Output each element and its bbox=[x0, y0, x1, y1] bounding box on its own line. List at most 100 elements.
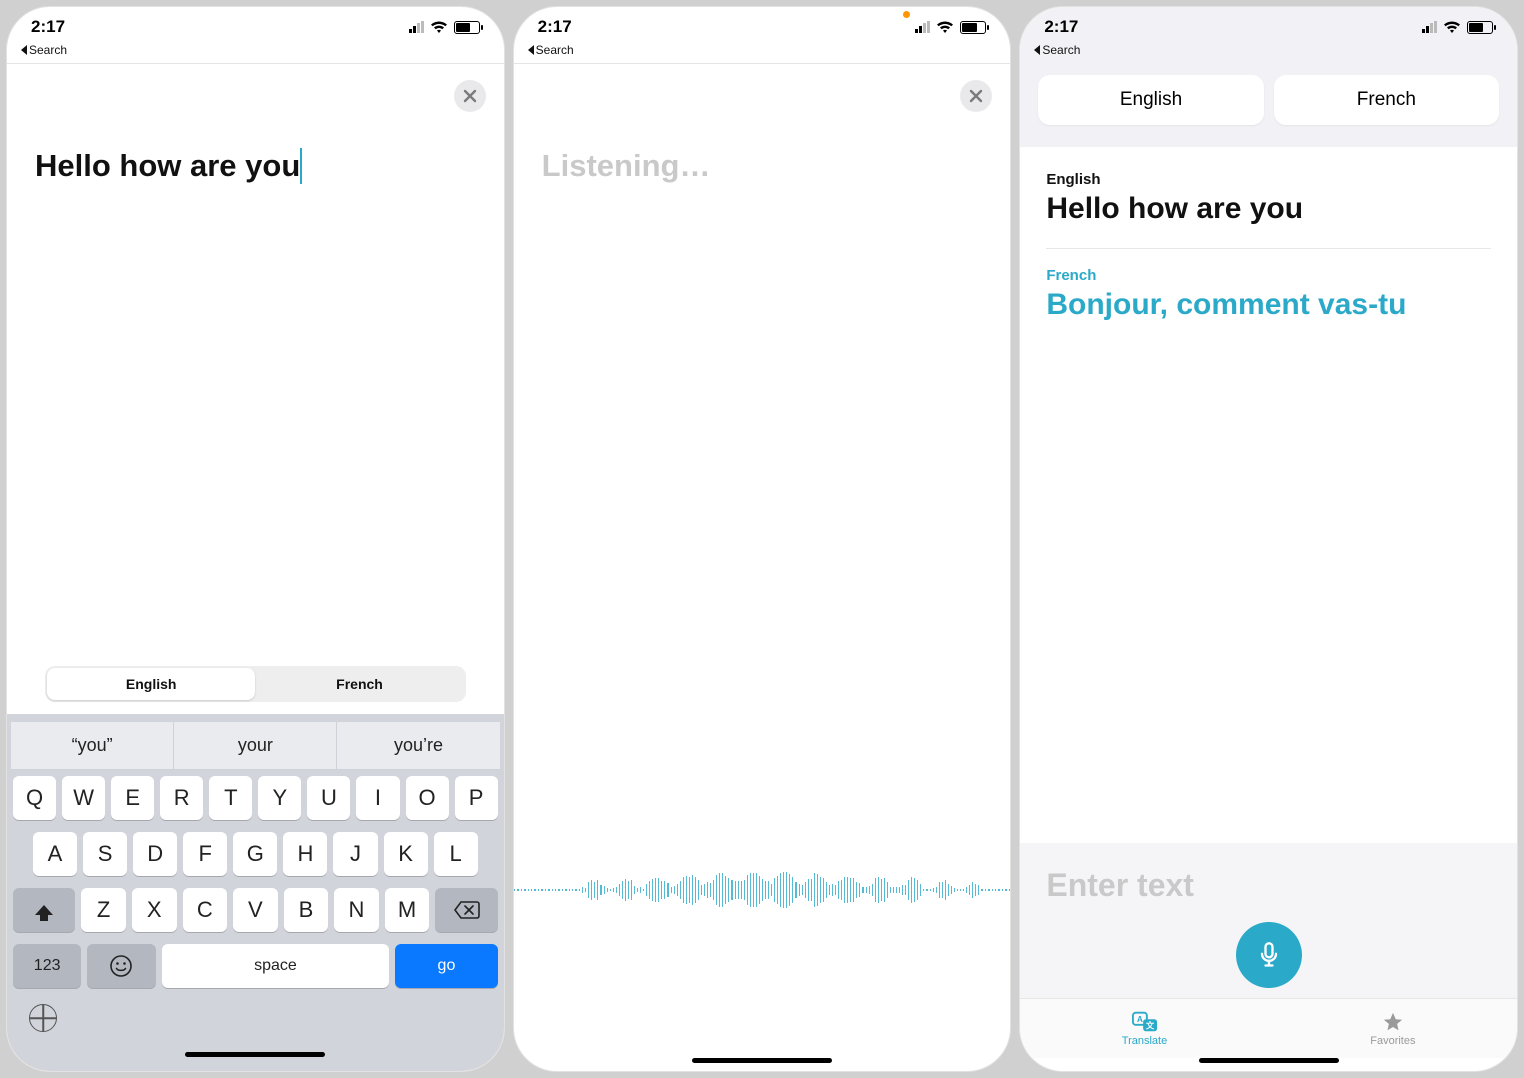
status-time: 2:17 bbox=[538, 17, 572, 37]
translation-result-card: English Hello how are you French Bonjour… bbox=[1020, 147, 1517, 843]
close-button[interactable] bbox=[454, 80, 486, 112]
key-emoji[interactable] bbox=[87, 944, 155, 988]
close-icon bbox=[463, 89, 477, 103]
back-to-search[interactable]: Search bbox=[7, 43, 504, 64]
back-caret-icon bbox=[21, 45, 27, 55]
key-t[interactable]: T bbox=[209, 776, 252, 820]
key-b[interactable]: B bbox=[284, 888, 329, 932]
key-y[interactable]: Y bbox=[258, 776, 301, 820]
home-indicator[interactable] bbox=[692, 1058, 832, 1063]
language-segmented-control[interactable]: English French bbox=[45, 666, 466, 702]
wifi-icon bbox=[430, 20, 448, 34]
star-icon bbox=[1380, 1011, 1406, 1033]
tab-favorites-label: Favorites bbox=[1370, 1035, 1415, 1047]
svg-text:A: A bbox=[1136, 1014, 1142, 1024]
shift-icon bbox=[35, 905, 53, 915]
enter-text-area[interactable]: Enter text bbox=[1020, 843, 1517, 998]
segment-french[interactable]: French bbox=[255, 668, 463, 700]
key-123[interactable]: 123 bbox=[13, 944, 81, 988]
globe-icon[interactable] bbox=[29, 1004, 57, 1032]
translated-text: Bonjour, comment vas-tu bbox=[1046, 288, 1491, 323]
key-go[interactable]: go bbox=[395, 944, 497, 988]
battery-icon bbox=[960, 21, 986, 34]
translation-input-text[interactable]: Hello how are you bbox=[35, 148, 302, 184]
suggestion-1[interactable]: “you” bbox=[11, 722, 173, 769]
key-j[interactable]: J bbox=[333, 832, 377, 876]
key-k[interactable]: K bbox=[384, 832, 428, 876]
cellular-icon bbox=[915, 21, 930, 33]
audio-waveform bbox=[514, 860, 1011, 920]
status-bar: 2:17 bbox=[514, 7, 1011, 43]
key-a[interactable]: A bbox=[33, 832, 77, 876]
key-q[interactable]: Q bbox=[13, 776, 56, 820]
home-indicator[interactable] bbox=[185, 1052, 325, 1057]
wifi-icon bbox=[936, 20, 954, 34]
status-bar: 2:17 bbox=[1020, 7, 1517, 43]
keyboard-row-4: 123 space go bbox=[11, 938, 500, 994]
key-l[interactable]: L bbox=[434, 832, 478, 876]
key-i[interactable]: I bbox=[356, 776, 399, 820]
tab-favorites[interactable]: Favorites bbox=[1269, 999, 1517, 1058]
key-r[interactable]: R bbox=[160, 776, 203, 820]
key-w[interactable]: W bbox=[62, 776, 105, 820]
home-indicator[interactable] bbox=[1199, 1058, 1339, 1063]
target-language-label: French bbox=[1046, 267, 1491, 284]
key-n[interactable]: N bbox=[334, 888, 379, 932]
suggestion-3[interactable]: you’re bbox=[336, 722, 499, 769]
target-language-pill[interactable]: French bbox=[1274, 75, 1499, 125]
translate-icon: A文 bbox=[1132, 1011, 1158, 1033]
svg-text:文: 文 bbox=[1145, 1020, 1154, 1030]
keyboard-suggestions: “you” your you’re bbox=[11, 722, 500, 770]
back-label: Search bbox=[29, 43, 67, 57]
key-p[interactable]: P bbox=[455, 776, 498, 820]
suggestion-2[interactable]: your bbox=[173, 722, 336, 769]
key-shift[interactable] bbox=[13, 888, 75, 932]
emoji-icon bbox=[109, 954, 133, 978]
keyboard-row-1: Q W E R T Y U I O P bbox=[11, 770, 500, 826]
key-x[interactable]: X bbox=[132, 888, 177, 932]
status-time: 2:17 bbox=[31, 17, 65, 37]
back-caret-icon bbox=[528, 45, 534, 55]
back-to-search[interactable]: Search bbox=[1020, 43, 1517, 63]
battery-icon bbox=[1467, 21, 1493, 34]
back-caret-icon bbox=[1034, 45, 1040, 55]
key-e[interactable]: E bbox=[111, 776, 154, 820]
enter-text-placeholder: Enter text bbox=[1046, 867, 1491, 904]
tab-translate[interactable]: A文 Translate bbox=[1020, 999, 1268, 1058]
status-bar: 2:17 bbox=[7, 7, 504, 43]
language-picker-row: English French bbox=[1020, 63, 1517, 147]
source-text: Hello how are you bbox=[1046, 192, 1491, 226]
source-language-label: English bbox=[1046, 171, 1491, 188]
source-language-pill[interactable]: English bbox=[1038, 75, 1263, 125]
keyboard-row-2: A S D F G H J K L bbox=[11, 826, 500, 882]
key-f[interactable]: F bbox=[183, 832, 227, 876]
key-o[interactable]: O bbox=[406, 776, 449, 820]
key-m[interactable]: M bbox=[385, 888, 430, 932]
key-z[interactable]: Z bbox=[81, 888, 126, 932]
segment-english[interactable]: English bbox=[47, 668, 255, 700]
listening-label: Listening… bbox=[542, 148, 983, 184]
wifi-icon bbox=[1443, 20, 1461, 34]
keyboard-row-3: Z X C V B N M bbox=[11, 882, 500, 938]
back-to-search[interactable]: Search bbox=[514, 43, 1011, 64]
key-h[interactable]: H bbox=[283, 832, 327, 876]
key-backspace[interactable] bbox=[435, 888, 497, 932]
key-u[interactable]: U bbox=[307, 776, 350, 820]
keyboard[interactable]: “you” your you’re Q W E R T Y U I O P A … bbox=[7, 714, 504, 1071]
key-v[interactable]: V bbox=[233, 888, 278, 932]
close-button[interactable] bbox=[960, 80, 992, 112]
back-label: Search bbox=[1042, 43, 1080, 57]
key-s[interactable]: S bbox=[83, 832, 127, 876]
divider bbox=[1046, 248, 1491, 249]
mic-indicator-dot bbox=[903, 11, 910, 18]
microphone-button[interactable] bbox=[1236, 922, 1302, 988]
key-g[interactable]: G bbox=[233, 832, 277, 876]
key-c[interactable]: C bbox=[183, 888, 228, 932]
tab-bar: A文 Translate Favorites bbox=[1020, 998, 1517, 1058]
key-space[interactable]: space bbox=[162, 944, 390, 988]
microphone-icon bbox=[1255, 941, 1283, 969]
status-time: 2:17 bbox=[1044, 17, 1078, 37]
key-d[interactable]: D bbox=[133, 832, 177, 876]
tab-translate-label: Translate bbox=[1122, 1035, 1167, 1047]
cellular-icon bbox=[409, 21, 424, 33]
